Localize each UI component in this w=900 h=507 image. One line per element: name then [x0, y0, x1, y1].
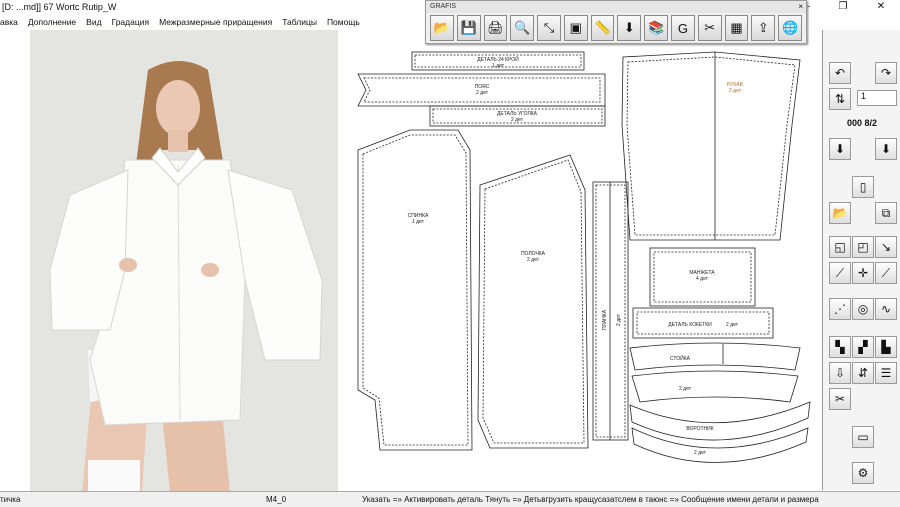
- status-bar: тичка М4_0 Указать =» Активировать детал…: [0, 491, 900, 507]
- download-icon[interactable]: ⬇: [617, 15, 642, 41]
- palette-close-button[interactable]: ×: [798, 2, 803, 11]
- menu-item-edit[interactable]: авка: [0, 17, 18, 27]
- label-placket: ПЛАНКА: [602, 309, 608, 330]
- tool-b-icon[interactable]: ◰: [852, 236, 874, 258]
- label-yoke-count: 2 дет: [726, 322, 739, 328]
- close-button[interactable]: ✕: [862, 0, 900, 14]
- tool-l-icon[interactable]: ▙: [875, 336, 897, 358]
- label-detail24-count: 1 дет: [492, 63, 505, 69]
- menu-item-addition[interactable]: Дополнение: [28, 17, 76, 27]
- label-detail24: ДЕТАЛЬ 24 КРОЙ: [477, 55, 519, 63]
- tool-o-icon[interactable]: ☰: [875, 362, 897, 384]
- menu-item-grading[interactable]: Градация: [112, 17, 150, 27]
- tool-j-icon[interactable]: ▚: [829, 336, 851, 358]
- label-yoke: ДЕТАЛЬ КОКЕТКИ: [668, 322, 712, 328]
- piece-icon[interactable]: ▯: [852, 176, 874, 198]
- open-folder-icon[interactable]: 📂: [430, 15, 454, 41]
- tool-d-icon[interactable]: ⟋: [829, 262, 851, 284]
- stack-down-icon[interactable]: ⬇: [875, 138, 897, 160]
- status-instruction: Указать =» Активировать деталь Тянуть =»…: [362, 495, 819, 504]
- status-cell: М4_0: [266, 495, 287, 504]
- label-corner-count: 2 дет: [511, 117, 524, 123]
- model-photo-image: [30, 30, 338, 492]
- palette-title: GRAFIS: [426, 1, 806, 13]
- pattern-piece-front[interactable]: [477, 154, 589, 449]
- cut-icon[interactable]: ✂: [697, 15, 722, 41]
- select-icon[interactable]: ▣: [563, 15, 588, 41]
- tool-a-icon[interactable]: ◱: [829, 236, 851, 258]
- step-value-input[interactable]: 1: [857, 90, 897, 106]
- pattern-piece-sleeve[interactable]: [621, 51, 801, 241]
- status-left: тичка: [0, 495, 21, 504]
- tool-f-icon[interactable]: ⟋: [875, 262, 897, 284]
- palette-toolbar: 📂 💾 🖨 🔍 ⤡ ▣ 📏 ⬇ 📚 G ✂ ▦ ⇪ 🌐: [426, 13, 806, 43]
- menu-item-view[interactable]: Вид: [86, 17, 101, 27]
- label-cuff-count: 4 дет: [696, 276, 709, 282]
- model-photo: [30, 30, 338, 492]
- globe-icon[interactable]: 🌐: [778, 15, 802, 41]
- table-icon[interactable]: ▦: [724, 15, 749, 41]
- pattern-piece-back[interactable]: [357, 129, 473, 451]
- menu-item-increments[interactable]: Межразмерные приращения: [159, 17, 272, 27]
- print-icon[interactable]: 🖨: [483, 15, 508, 41]
- label-stand-count: 2 дет: [679, 386, 692, 392]
- pattern-pieces: ДЕТАЛЬ 24 КРОЙ 1 дет ПОЯС 2 дет ДЕТАЛЬ У…: [357, 51, 811, 463]
- tool-k-icon[interactable]: ▞: [852, 336, 874, 358]
- scale-icon[interactable]: ⤡: [537, 15, 561, 41]
- tool-m-icon[interactable]: ⇩: [829, 362, 851, 384]
- window-title: [D: ...md]] 67 Wortc Rutip_W: [2, 2, 117, 12]
- copy-icon[interactable]: ⧉: [875, 202, 897, 224]
- label-collar-count: 2 дет: [694, 450, 707, 456]
- folder-icon[interactable]: 📂: [829, 202, 851, 224]
- label-front-count: 2 дет: [527, 257, 540, 263]
- tool-e-icon[interactable]: ✛: [852, 262, 874, 284]
- stack-icon[interactable]: 📚: [644, 15, 669, 41]
- step-icon[interactable]: ⇅: [829, 88, 851, 110]
- arrow-down-icon[interactable]: ⬇: [829, 138, 851, 160]
- export-icon[interactable]: ⇪: [751, 15, 776, 41]
- label-collar: ВОРОТНИК: [686, 426, 713, 432]
- save-icon[interactable]: 💾: [456, 15, 481, 41]
- grafis-tool-palette[interactable]: GRAFIS × 📂 💾 🖨 🔍 ⤡ ▣ 📏 ⬇ 📚 G ✂ ▦ ⇪ 🌐: [425, 0, 807, 44]
- menu-item-help[interactable]: Помощь: [327, 17, 360, 27]
- label-placket-count: 2 дет: [616, 313, 622, 326]
- tool-p-icon[interactable]: ▭: [852, 426, 874, 448]
- tool-g-icon[interactable]: ⋰: [829, 298, 851, 320]
- zoom-icon[interactable]: 🔍: [510, 15, 535, 41]
- label-stand: СТОЙКА: [670, 354, 691, 362]
- scissors-icon[interactable]: ✂: [829, 388, 851, 410]
- tool-h-icon[interactable]: ◎: [852, 298, 874, 320]
- tool-c-icon[interactable]: ↘: [875, 236, 897, 258]
- label-belt-count: 2 дет: [476, 90, 489, 96]
- label-sleeve-count: 2 дет: [729, 88, 742, 94]
- pattern-canvas[interactable]: ДЕТАЛЬ 24 КРОЙ 1 дет ПОЯС 2 дет ДЕТАЛЬ У…: [340, 30, 820, 490]
- measure-icon[interactable]: 📏: [590, 15, 615, 41]
- tool-n-icon[interactable]: ⇵: [852, 362, 874, 384]
- menu-item-tables[interactable]: Таблицы: [282, 17, 317, 27]
- maximize-button[interactable]: ❐: [824, 0, 862, 14]
- undo-icon[interactable]: ↶: [829, 62, 851, 84]
- pattern-piece-collar[interactable]: [629, 401, 811, 463]
- pattern-piece-placket[interactable]: [592, 181, 629, 441]
- redo-icon[interactable]: ↷: [875, 62, 897, 84]
- tool-i-icon[interactable]: ∿: [875, 298, 897, 320]
- pattern-piece-stand[interactable]: [629, 342, 801, 403]
- tool-q-icon[interactable]: ⚙: [852, 462, 874, 484]
- label-back-count: 1 дет: [412, 219, 425, 225]
- text-icon[interactable]: G: [671, 15, 695, 41]
- size-label: 000 8/2: [846, 118, 878, 128]
- right-tool-panel: ↶ ↷ ⇅ 1 000 8/2 ⬇ ⬇ ▯ 📂 ⧉ ◱ ◰ ↘ ⟋ ✛ ⟋ ⋰ …: [822, 30, 900, 490]
